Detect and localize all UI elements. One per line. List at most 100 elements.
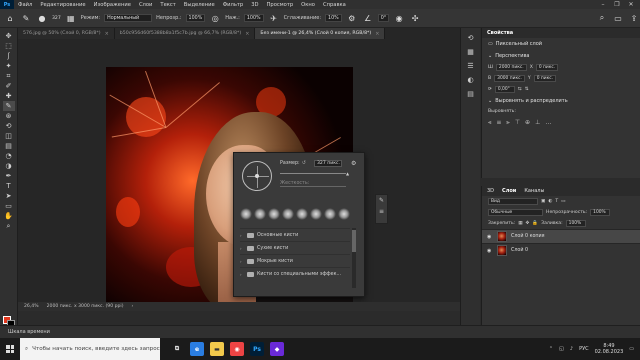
brush-size-field[interactable]: 327 пикс.: [314, 160, 342, 167]
menu-item[interactable]: 3D: [247, 2, 262, 8]
lock-all-icon[interactable]: 🔒: [532, 221, 538, 226]
lock-position-icon[interactable]: ✥: [526, 221, 530, 226]
brush-tip-thumbnail[interactable]: [296, 208, 308, 220]
home-icon[interactable]: ⌂: [4, 12, 16, 24]
layers-panel-tab[interactable]: Каналы: [524, 188, 544, 194]
align-middle-icon[interactable]: ⊕: [525, 119, 530, 127]
layer-opacity-field[interactable]: 100%: [590, 209, 611, 216]
brush-icon[interactable]: ✎: [2, 101, 15, 111]
angle-field[interactable]: 0,00°: [494, 86, 515, 93]
status-arrow-icon[interactable]: ›: [132, 304, 134, 309]
menu-item[interactable]: Фильтр: [219, 2, 248, 8]
eraser-icon[interactable]: ◫: [3, 131, 15, 141]
filter-pixel-icon[interactable]: ▣: [541, 199, 545, 204]
smoothing-field[interactable]: 10%: [325, 14, 342, 22]
filter-type-icon[interactable]: T: [555, 199, 558, 204]
transform-section[interactable]: ⌄ Перспектива: [482, 50, 640, 62]
blend-mode-select[interactable]: Обычные: [488, 209, 543, 216]
width-field[interactable]: 2000 пикс.: [495, 64, 527, 71]
filter-adjust-icon[interactable]: ◐: [548, 199, 552, 204]
height-field[interactable]: 3000 пикс.: [494, 75, 525, 82]
brush-size-value[interactable]: 327: [52, 16, 61, 21]
app-icon[interactable]: ◆: [270, 342, 284, 356]
hardness-slider[interactable]: [280, 186, 346, 187]
brush-tool-icon[interactable]: ✎: [20, 12, 32, 24]
chrome-icon[interactable]: ◉: [230, 342, 244, 356]
opacity-field[interactable]: 100%: [185, 14, 206, 22]
adjust-brush-icon[interactable]: ✎: [379, 197, 384, 204]
quick-select-icon[interactable]: ✦: [3, 61, 15, 71]
more-options-icon[interactable]: …: [545, 119, 551, 127]
brush-tip-thumbnail[interactable]: [240, 208, 252, 220]
x-field[interactable]: 0 пикс.: [535, 64, 559, 71]
eyedropper-icon[interactable]: ✐: [3, 81, 15, 91]
gradient-icon[interactable]: ▤: [3, 141, 15, 151]
maximize-icon[interactable]: ❐: [610, 1, 624, 8]
brush-angle-preview[interactable]: [242, 161, 272, 191]
healing-icon[interactable]: ✚: [3, 91, 15, 101]
edge-icon[interactable]: e: [190, 342, 204, 356]
lasso-icon[interactable]: ʃ: [3, 51, 15, 61]
workspace-icon[interactable]: ▭: [612, 12, 624, 24]
layers-panel-tab[interactable]: 3D: [487, 188, 494, 194]
align-center-icon[interactable]: ≡: [496, 119, 501, 127]
align-left-icon[interactable]: ⫷: [488, 119, 491, 127]
sliders-icon[interactable]: ≡: [379, 208, 384, 215]
menu-item[interactable]: Редактирование: [36, 2, 89, 8]
brush-tip-thumbnail[interactable]: [310, 208, 322, 220]
visibility-eye-icon[interactable]: ◉: [487, 234, 493, 240]
size-slider-handle[interactable]: ▲: [346, 171, 349, 176]
crop-icon[interactable]: ⌗: [3, 71, 15, 81]
brush-folder[interactable]: › Основные кисти: [240, 228, 350, 241]
clock[interactable]: 8:49 02.08.2023: [595, 343, 624, 355]
layers-panel-tab[interactable]: Слои: [502, 188, 516, 194]
network-icon[interactable]: ◱: [559, 346, 564, 352]
angle-field[interactable]: 0°: [377, 14, 390, 22]
adjustments-icon[interactable]: ◐: [467, 76, 473, 84]
chevron-right-icon[interactable]: ›: [240, 246, 244, 251]
menu-item[interactable]: Выделение: [180, 2, 219, 8]
explorer-icon[interactable]: ▬: [210, 342, 224, 356]
align-bottom-icon[interactable]: ⊥: [535, 119, 540, 127]
flip-vertical-icon[interactable]: ⇅: [525, 87, 529, 92]
close-tab-icon[interactable]: ×: [375, 31, 379, 37]
smoothing-settings-icon[interactable]: ⚙: [346, 12, 358, 24]
align-top-icon[interactable]: ⊤: [515, 119, 520, 127]
hand-icon[interactable]: ✋: [3, 211, 15, 221]
stamp-icon[interactable]: ⊛: [3, 111, 15, 121]
brush-list-scrollbar[interactable]: [352, 228, 356, 288]
brush-folder[interactable]: › Кисти со специальными эффек...: [240, 267, 350, 280]
type-icon[interactable]: T: [3, 181, 15, 191]
close-tab-icon[interactable]: ×: [245, 31, 249, 37]
document-tab[interactable]: b50c956d60f5388b8a1f5c7b.jpg @ 66,7% (RG…: [114, 28, 256, 39]
libraries-icon[interactable]: ▤: [467, 90, 474, 98]
menu-item[interactable]: Слои: [135, 2, 156, 8]
layer-filter-select[interactable]: Вид: [488, 198, 538, 205]
brush-folder[interactable]: › Мокрые кисти: [240, 254, 350, 267]
brush-tip-thumbnail[interactable]: [324, 208, 336, 220]
minimize-icon[interactable]: –: [596, 1, 610, 8]
chevron-right-icon[interactable]: ›: [240, 233, 244, 238]
layer-row[interactable]: ◉ Слой 0 копия: [482, 229, 640, 243]
notifications-icon[interactable]: ▭: [629, 346, 634, 352]
tray-arrow-icon[interactable]: ⌃: [549, 346, 553, 352]
brush-tip-thumbnail[interactable]: [338, 208, 350, 220]
angle-icon[interactable]: ∠: [362, 12, 374, 24]
flow-field[interactable]: 100%: [243, 14, 264, 22]
windows-start-icon[interactable]: [0, 338, 20, 360]
brush-tip-thumbnail[interactable]: [268, 208, 280, 220]
history-icon[interactable]: ⟲: [468, 34, 474, 42]
brush-tip-thumbnail[interactable]: [254, 208, 266, 220]
mode-select[interactable]: Нормальный: [104, 14, 153, 22]
reset-size-icon[interactable]: ↺: [302, 161, 306, 166]
menu-item[interactable]: Текст: [156, 2, 179, 8]
close-tab-icon[interactable]: ×: [105, 31, 109, 37]
chevron-right-icon[interactable]: ›: [240, 259, 244, 264]
taskbar-search[interactable]: ⌕ Чтобы начать поиск, введите здесь запр…: [20, 338, 160, 360]
symmetry-icon[interactable]: ✣: [409, 12, 421, 24]
canvas-area[interactable]: Размер: ↺ 327 пикс. ⚙ ▲ Жесткость: › Осно…: [18, 39, 460, 302]
path-select-icon[interactable]: ➤: [3, 191, 15, 201]
brush-tip-thumbnail[interactable]: [282, 208, 294, 220]
menu-item[interactable]: Изображение: [90, 2, 135, 8]
brush-preset-icon[interactable]: ●: [36, 12, 48, 24]
